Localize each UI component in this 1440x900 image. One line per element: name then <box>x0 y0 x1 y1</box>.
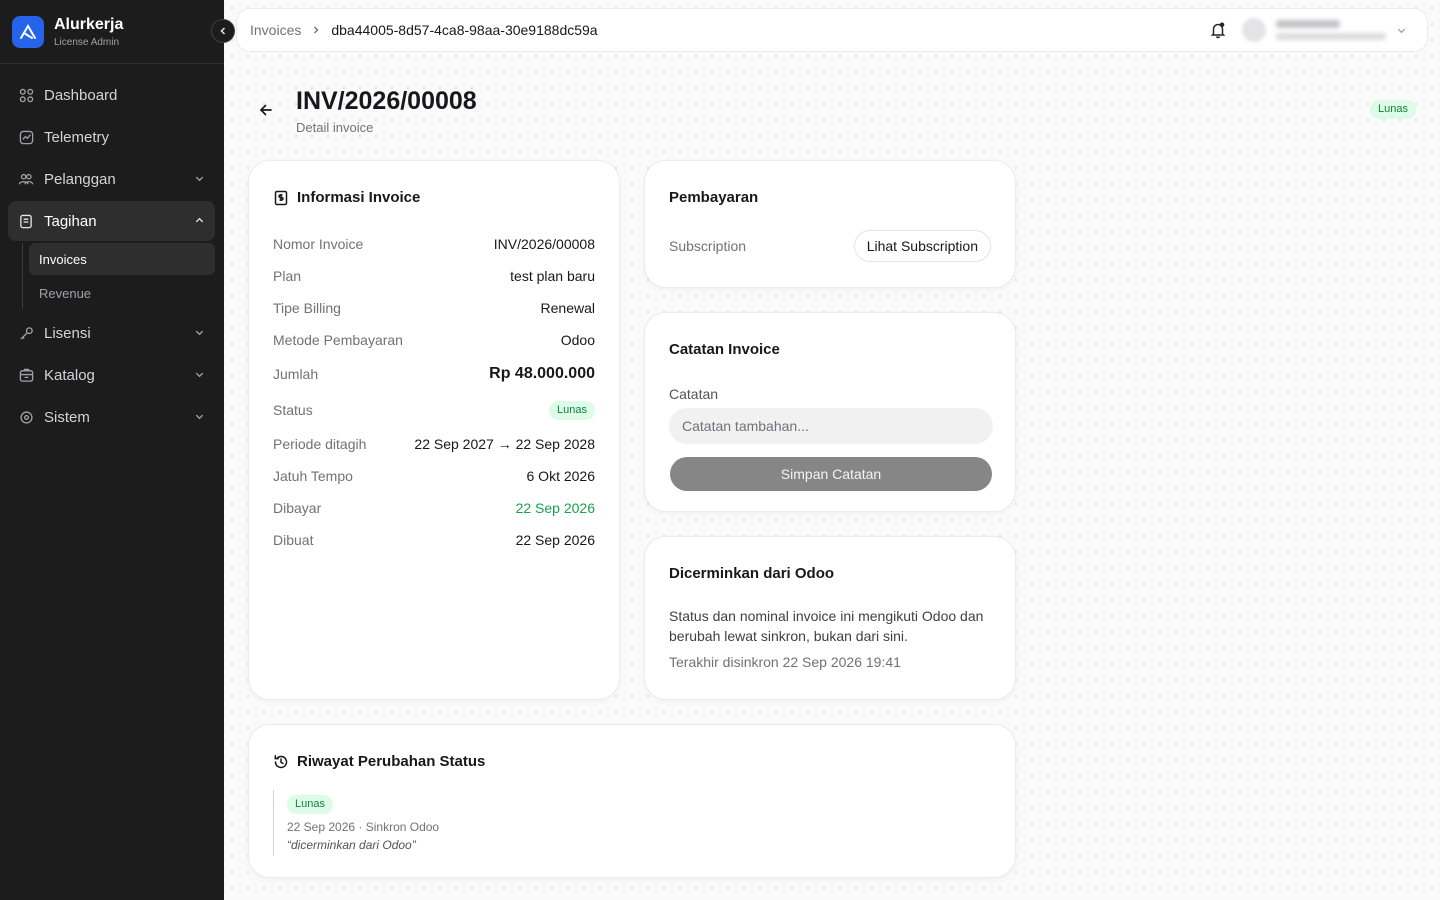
odoo-mirror-card: Dicerminkan dari Odoo Status dan nominal… <box>644 536 1016 700</box>
notes-input[interactable] <box>669 408 993 444</box>
status-badge: Lunas <box>1370 100 1416 119</box>
users-icon <box>18 171 34 187</box>
chevron-left-icon <box>220 27 226 35</box>
odoo-description: Status dan nominal invoice ini mengikuti… <box>669 608 984 644</box>
sidebar-item-tagihan[interactable]: Tagihan <box>8 201 215 241</box>
sidebar-item-pelanggan[interactable]: Pelanggan <box>8 159 215 199</box>
odoo-last-sync: Terakhir disinkron 22 Sep 2026 19:41 <box>669 654 901 670</box>
chevron-down-icon <box>195 176 204 182</box>
breadcrumb-current: dba44005-8d57-4ca8-98aa-30e9188dc59a <box>331 22 598 38</box>
notification-bell-icon[interactable] <box>1209 21 1227 44</box>
status-history-card: Riwayat Perubahan Status Lunas 22 Sep 20… <box>248 724 1016 878</box>
sidebar-item-katalog[interactable]: Katalog <box>8 355 215 395</box>
view-subscription-button[interactable]: Lihat Subscription <box>853 230 991 262</box>
sidebar-item-label: Sistem <box>44 408 90 426</box>
catalog-icon <box>18 367 34 383</box>
info-row-nomor: Nomor Invoice INV/2026/00008 <box>273 236 595 252</box>
save-notes-button[interactable]: Simpan Catatan <box>670 457 992 491</box>
history-icon <box>274 754 288 768</box>
sidebar-collapse-button[interactable] <box>211 19 235 43</box>
subscription-label: Subscription <box>669 238 747 254</box>
info-row-dibayar: Dibayar 22 Sep 2026 <box>273 500 595 516</box>
back-arrow-icon[interactable] <box>256 100 276 120</box>
chevron-down-icon <box>195 330 204 336</box>
sidebar-item-label: Katalog <box>44 366 95 384</box>
info-row-metode: Metode Pembayaran Odoo <box>273 332 595 348</box>
sidebar-item-dashboard[interactable]: Dashboard <box>8 75 215 115</box>
page-header: INV/2026/00008 Detail invoice <box>256 86 477 135</box>
history-entry-note: “dicerminkan dari Odoo” <box>287 838 416 852</box>
info-row-tipe-billing: Tipe Billing Renewal <box>273 300 595 316</box>
page-subtitle: Detail invoice <box>296 120 374 135</box>
history-entry: Lunas 22 Sep 2026 · Sinkron Odoo “dicerm… <box>287 794 991 852</box>
telemetry-icon <box>18 129 34 145</box>
avatar <box>1242 18 1266 42</box>
chevron-down-icon <box>195 414 204 420</box>
sidebar-item-label: Pelanggan <box>44 170 116 188</box>
user-info-redacted <box>1276 20 1386 40</box>
sidebar-subnav-tagihan: Invoices Revenue <box>22 243 215 309</box>
top-bar: Invoices dba44005-8d57-4ca8-98aa-30e9188… <box>236 8 1428 52</box>
history-title: Riwayat Perubahan Status <box>273 753 991 770</box>
sidebar-item-label: Lisensi <box>44 324 91 342</box>
sidebar-subitem-invoices[interactable]: Invoices <box>29 243 215 275</box>
sidebar-item-label: Dashboard <box>44 86 118 104</box>
brand-name: Alurkerja <box>54 15 124 33</box>
user-menu[interactable] <box>1242 18 1407 42</box>
sidebar-item-label: Telemetry <box>44 128 110 146</box>
sidebar-nav: Dashboard Telemetry Pelanggan Tagihan In… <box>0 64 224 437</box>
settings-icon <box>18 409 34 425</box>
info-row-plan: Plan test plan baru <box>273 268 595 284</box>
dashboard-icon <box>18 87 34 103</box>
info-row-periode: Periode ditagih 22 Sep 2027 → 22 Sep 202… <box>273 436 595 452</box>
page-title: INV/2026/00008 <box>296 87 477 115</box>
notes-title: Catatan Invoice <box>669 341 780 358</box>
sidebar-item-label: Tagihan <box>44 212 97 230</box>
sidebar-item-lisensi[interactable]: Lisensi <box>8 313 215 353</box>
sidebar: Alurkerja License Admin Dashboard Teleme… <box>0 0 224 900</box>
payment-card: Pembayaran Subscription Lihat Subscripti… <box>644 160 1016 288</box>
info-row-jatuh-tempo: Jatuh Tempo 6 Okt 2026 <box>273 468 595 484</box>
info-row-status: Status Lunas <box>273 392 595 428</box>
chevron-down-icon <box>1397 28 1406 33</box>
sidebar-item-telemetry[interactable]: Telemetry <box>8 117 215 157</box>
chevron-down-icon <box>195 372 204 378</box>
key-icon <box>18 325 34 341</box>
invoice-info-title: Informasi Invoice <box>273 189 595 206</box>
invoice-info-card: Informasi Invoice Nomor Invoice INV/2026… <box>248 160 620 700</box>
info-row-jumlah: Jumlah Rp 48.000.000 <box>273 365 595 382</box>
receipt-icon <box>274 190 288 205</box>
sidebar-item-sistem[interactable]: Sistem <box>8 397 215 437</box>
chevron-right-icon <box>311 25 321 35</box>
status-badge: Lunas <box>287 795 333 814</box>
brand[interactable]: Alurkerja License Admin <box>0 0 224 64</box>
chevron-up-icon <box>195 217 204 223</box>
brand-subtitle: License Admin <box>54 36 120 48</box>
info-row-dibuat: Dibuat 22 Sep 2026 <box>273 532 595 548</box>
status-badge: Lunas <box>549 400 595 420</box>
billing-icon <box>18 213 34 229</box>
brand-logo-icon <box>12 15 44 48</box>
payment-title: Pembayaran <box>669 189 759 206</box>
odoo-title: Dicerminkan dari Odoo <box>669 565 835 582</box>
notes-label: Catatan <box>669 386 719 402</box>
history-entry-meta: 22 Sep 2026 · Sinkron Odoo <box>287 820 440 834</box>
history-timeline: Lunas 22 Sep 2026 · Sinkron Odoo “dicerm… <box>273 790 991 856</box>
payment-subscription-row: Subscription Lihat Subscription <box>669 230 991 262</box>
breadcrumb-invoices-link[interactable]: Invoices <box>250 22 301 38</box>
main-content: Invoices dba44005-8d57-4ca8-98aa-30e9188… <box>224 0 1440 900</box>
invoice-info-list: Nomor Invoice INV/2026/00008 Plan test p… <box>273 228 595 556</box>
invoice-notes-card: Catatan Invoice Catatan Simpan Catatan <box>644 312 1016 512</box>
sidebar-subitem-revenue[interactable]: Revenue <box>29 277 215 309</box>
